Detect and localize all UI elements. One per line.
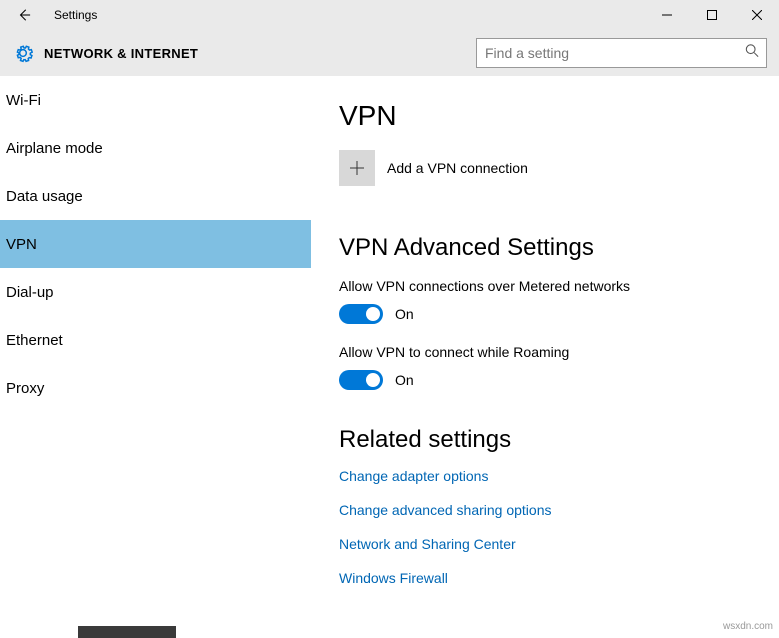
content-area: Wi-Fi Airplane mode Data usage VPN Dial-… [0, 76, 779, 638]
settings-gear[interactable] [6, 43, 40, 63]
add-vpn-button[interactable]: Add a VPN connection [339, 150, 749, 186]
sidebar-item-ethernet[interactable]: Ethernet [0, 316, 311, 364]
back-button[interactable] [0, 0, 48, 30]
sidebar-item-proxy[interactable]: Proxy [0, 364, 311, 412]
titlebar: Settings [0, 0, 779, 30]
page-heading: VPN [339, 100, 749, 132]
related-heading: Related settings [339, 426, 749, 454]
main-panel: VPN Add a VPN connection VPN Advanced Se… [311, 76, 779, 638]
sidebar-item-label: Dial-up [6, 284, 54, 301]
search-container [476, 38, 767, 68]
plus-box [339, 150, 375, 186]
back-icon [17, 8, 31, 22]
sidebar-item-label: Airplane mode [6, 140, 103, 157]
sidebar-item-label: Wi-Fi [6, 92, 41, 109]
header-bar: NETWORK & INTERNET [0, 30, 779, 76]
advanced-heading: VPN Advanced Settings [339, 234, 749, 262]
category-title: NETWORK & INTERNET [40, 46, 198, 61]
taskbar-fragment [78, 626, 176, 638]
toggle-knob [366, 307, 380, 321]
gear-icon [13, 43, 33, 63]
setting-label: Allow VPN connections over Metered netwo… [339, 278, 749, 294]
search-icon [745, 44, 759, 58]
link-adapter-options[interactable]: Change adapter options [339, 468, 749, 484]
toggle-metered[interactable] [339, 304, 383, 324]
related-settings: Related settings Change adapter options … [339, 426, 749, 586]
watermark: wsxdn.com [723, 621, 773, 632]
sidebar-item-vpn[interactable]: VPN [0, 220, 311, 268]
sidebar-item-dialup[interactable]: Dial-up [0, 268, 311, 316]
toggle-row: On [339, 304, 749, 324]
setting-label: Allow VPN to connect while Roaming [339, 344, 749, 360]
close-button[interactable] [734, 0, 779, 30]
maximize-button[interactable] [689, 0, 734, 30]
toggle-row: On [339, 370, 749, 390]
toggle-state: On [395, 306, 414, 322]
add-vpn-label: Add a VPN connection [387, 160, 528, 176]
maximize-icon [707, 10, 717, 20]
close-icon [752, 10, 762, 20]
sidebar-item-airplane-mode[interactable]: Airplane mode [0, 124, 311, 172]
window-title: Settings [48, 8, 97, 22]
sidebar-item-data-usage[interactable]: Data usage [0, 172, 311, 220]
sidebar: Wi-Fi Airplane mode Data usage VPN Dial-… [0, 76, 311, 638]
plus-icon [350, 161, 364, 175]
search-icon-wrap[interactable] [745, 44, 759, 63]
setting-metered: Allow VPN connections over Metered netwo… [339, 278, 749, 324]
link-sharing-options[interactable]: Change advanced sharing options [339, 502, 749, 518]
sidebar-item-wifi[interactable]: Wi-Fi [0, 76, 311, 124]
search-input[interactable] [476, 38, 767, 68]
sidebar-item-label: Proxy [6, 380, 44, 397]
sidebar-item-label: Ethernet [6, 332, 63, 349]
toggle-roaming[interactable] [339, 370, 383, 390]
minimize-icon [662, 10, 672, 20]
sidebar-item-label: VPN [6, 236, 37, 253]
toggle-knob [366, 373, 380, 387]
window-controls [644, 0, 779, 30]
link-network-center[interactable]: Network and Sharing Center [339, 536, 749, 552]
sidebar-item-label: Data usage [6, 188, 83, 205]
setting-roaming: Allow VPN to connect while Roaming On [339, 344, 749, 390]
minimize-button[interactable] [644, 0, 689, 30]
link-windows-firewall[interactable]: Windows Firewall [339, 570, 749, 586]
toggle-state: On [395, 372, 414, 388]
